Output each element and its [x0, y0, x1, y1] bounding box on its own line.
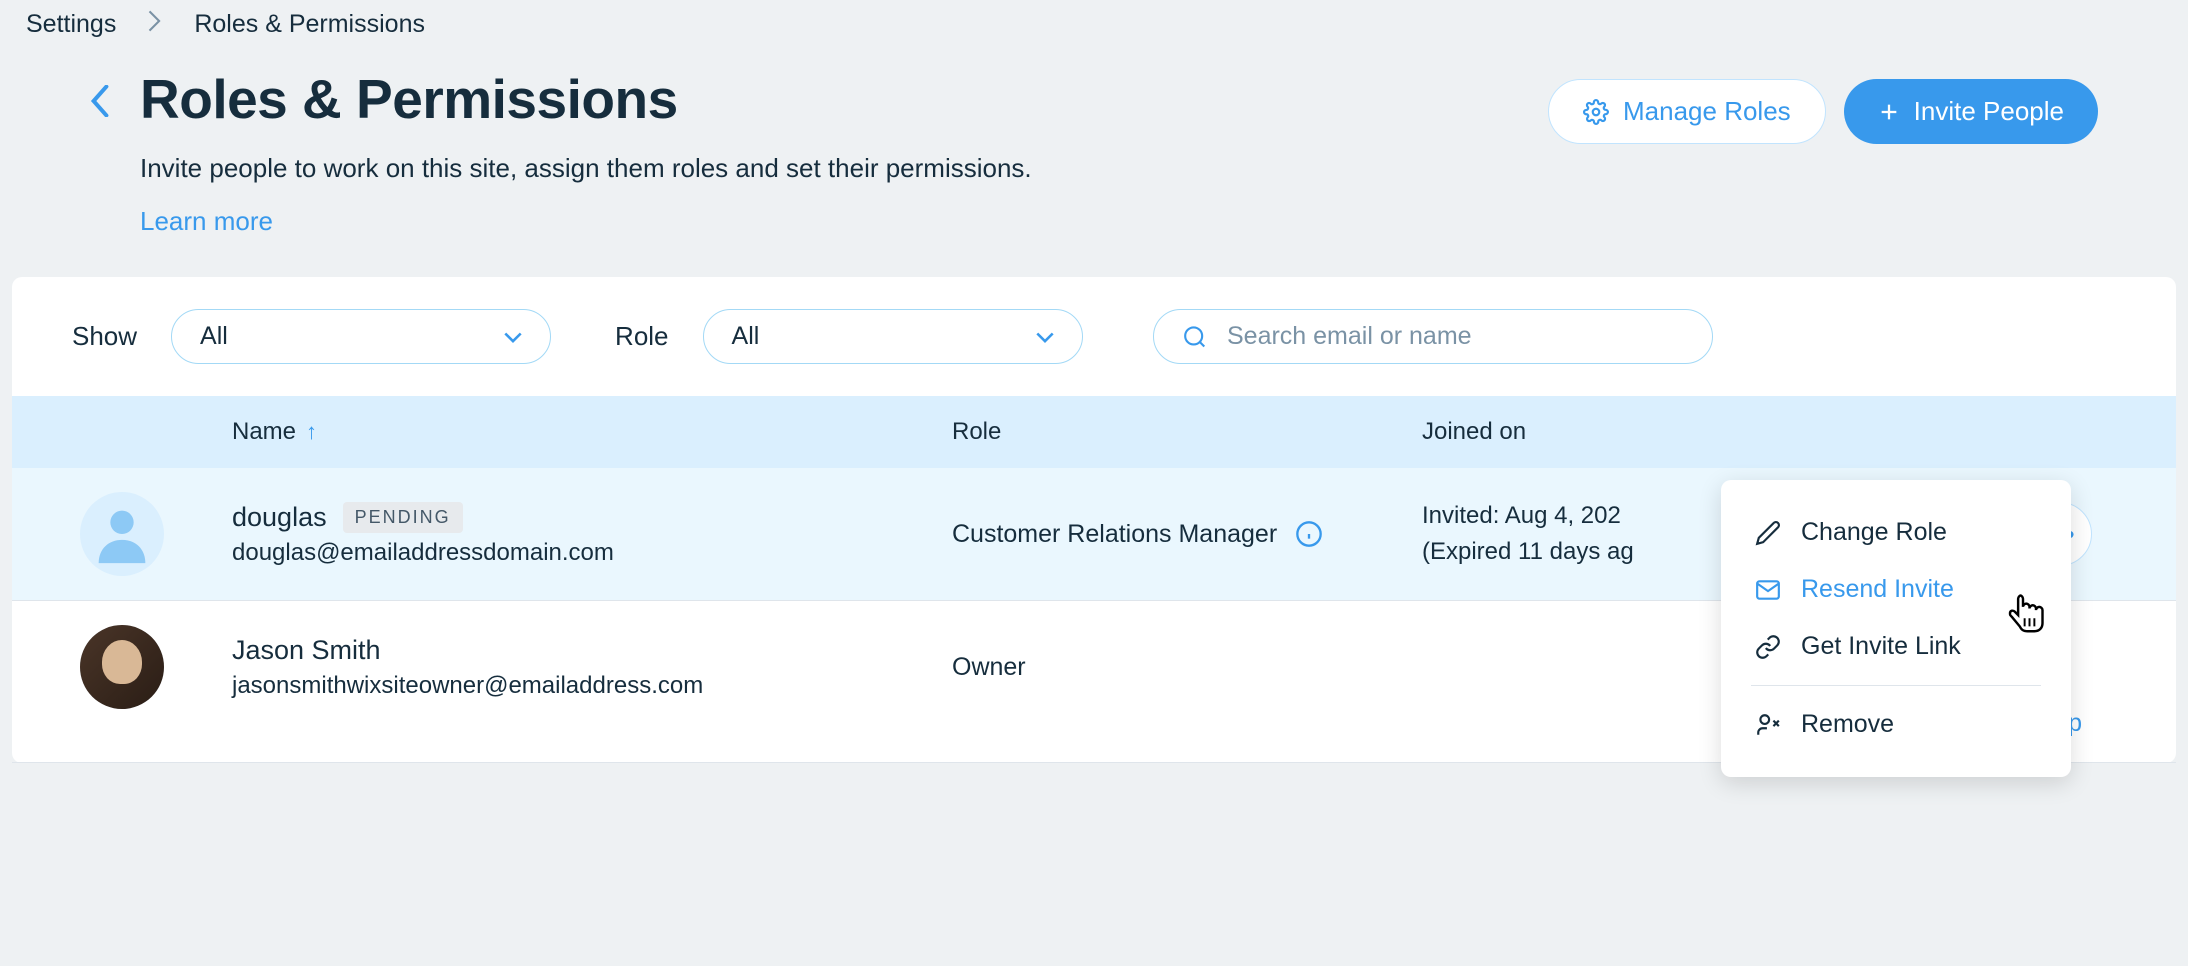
table-row: douglas PENDING douglas@emailaddressdoma…	[12, 468, 2176, 601]
name-cell: Jason Smith jasonsmithwixsiteowner@email…	[232, 635, 952, 700]
role-text: Customer Relations Manager	[952, 517, 1277, 552]
search-input[interactable]	[1227, 322, 1684, 351]
info-icon[interactable]	[1295, 520, 1323, 548]
content-card: Show All Role All Name ↑ Role Joined	[12, 277, 2176, 763]
chevron-down-icon	[504, 322, 522, 351]
link-icon	[1755, 634, 1781, 660]
breadcrumb: Settings Roles & Permissions	[0, 0, 2188, 49]
person-name: Jason Smith	[232, 635, 952, 666]
breadcrumb-current: Roles & Permissions	[194, 10, 425, 39]
page-header: Roles & Permissions Invite people to wor…	[0, 49, 2188, 267]
column-role[interactable]: Role	[952, 418, 1422, 446]
context-menu: Change Role Resend Invite Get Invite Lin…	[1721, 480, 2071, 777]
page-title: Roles & Permissions	[140, 67, 1032, 131]
show-value: All	[200, 322, 228, 351]
table-header: Name ↑ Role Joined on	[12, 396, 2176, 468]
search-wrap	[1153, 309, 1713, 364]
role-cell: Customer Relations Manager	[952, 517, 1422, 552]
name-cell: douglas PENDING douglas@emailaddressdoma…	[232, 502, 952, 567]
column-name[interactable]: Name ↑	[232, 418, 952, 446]
plus-icon	[1878, 101, 1900, 123]
invite-people-label: Invite People	[1914, 96, 2064, 127]
role-text: Owner	[952, 650, 1026, 685]
chevron-down-icon	[1036, 322, 1054, 351]
menu-change-role[interactable]: Change Role	[1751, 504, 2041, 561]
person-icon	[87, 499, 157, 569]
status-badge: PENDING	[343, 502, 463, 533]
person-remove-icon	[1755, 712, 1781, 738]
sort-arrow-icon: ↑	[306, 419, 317, 445]
search-icon	[1182, 323, 1207, 351]
menu-remove[interactable]: Remove	[1751, 696, 2041, 753]
avatar	[80, 492, 164, 576]
role-label: Role	[615, 321, 668, 352]
learn-more-link[interactable]: Learn more	[140, 206, 1032, 237]
chevron-right-icon	[148, 10, 162, 39]
manage-roles-button[interactable]: Manage Roles	[1548, 79, 1826, 144]
back-button[interactable]	[90, 67, 110, 124]
page-subtitle: Invite people to work on this site, assi…	[140, 149, 1032, 188]
show-label: Show	[72, 321, 137, 352]
envelope-icon	[1755, 577, 1781, 603]
avatar-photo	[80, 625, 164, 709]
person-email: jasonsmithwixsiteowner@emailaddress.com	[232, 672, 952, 700]
breadcrumb-root[interactable]: Settings	[26, 10, 116, 39]
cursor-hand-icon	[1997, 588, 2049, 642]
avatar	[80, 625, 164, 709]
pencil-icon	[1755, 520, 1781, 546]
gear-icon	[1583, 99, 1609, 125]
show-select[interactable]: All	[171, 309, 551, 364]
filters-bar: Show All Role All	[12, 277, 2176, 396]
column-joined[interactable]: Joined on	[1422, 418, 1902, 446]
role-value: All	[732, 322, 760, 351]
manage-roles-label: Manage Roles	[1623, 96, 1791, 127]
role-cell: Owner	[952, 650, 1422, 685]
person-name: douglas	[232, 502, 327, 533]
role-select[interactable]: All	[703, 309, 1083, 364]
invite-people-button[interactable]: Invite People	[1844, 79, 2098, 144]
person-email: douglas@emailaddressdomain.com	[232, 539, 952, 567]
menu-divider	[1751, 685, 2041, 686]
